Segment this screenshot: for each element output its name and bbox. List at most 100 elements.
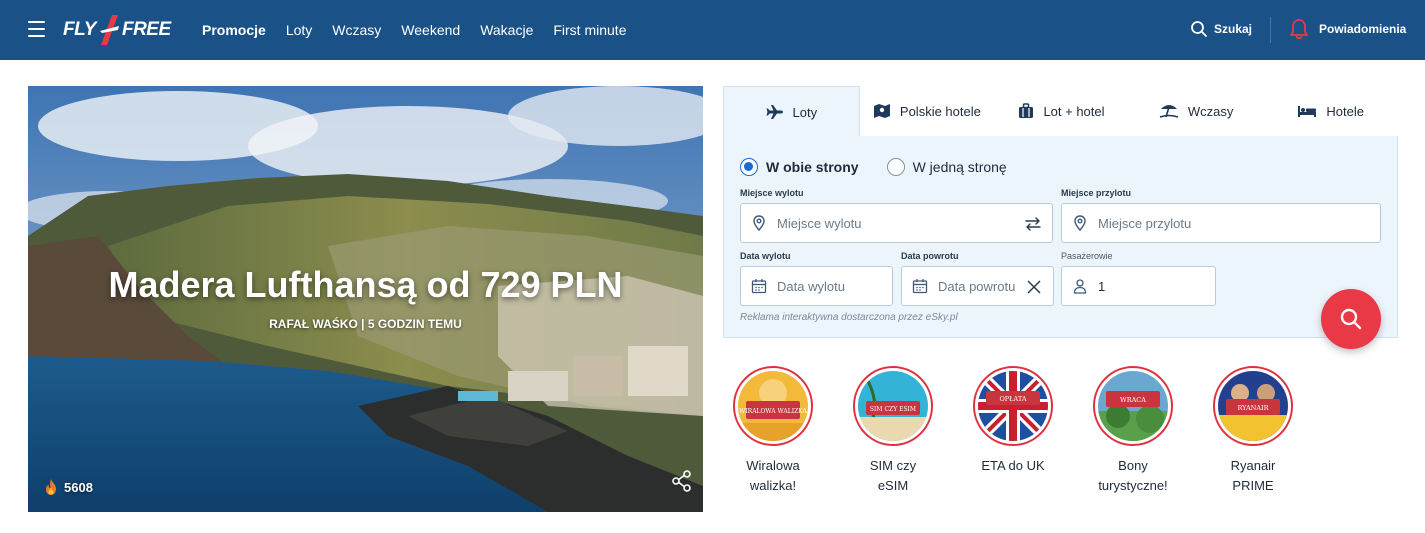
- logo-text-left: FLY: [63, 19, 96, 40]
- search-icon: [1340, 308, 1362, 330]
- story-thumbnail[interactable]: RYANAIR: [1213, 366, 1293, 446]
- story-label[interactable]: Bony turystyczne!: [1093, 456, 1173, 496]
- story-badge-text: WIRALOWA WALIZKA: [739, 408, 807, 415]
- bell-icon: [1290, 19, 1308, 40]
- story-item[interactable]: RYANAIR Ryanair PRIME: [1213, 366, 1293, 496]
- tab-label: Wczasy: [1187, 103, 1234, 119]
- story-image: OPŁATA: [978, 371, 1048, 441]
- depart-label: Data wylotu: [740, 251, 791, 261]
- story-label[interactable]: SIM czy eSIM: [853, 456, 933, 496]
- search-label: Szukaj: [1214, 22, 1253, 36]
- hero-title[interactable]: Madera Lufthansą od 729 PLN: [28, 264, 703, 306]
- tab-label: Hotele: [1326, 103, 1364, 119]
- flight-search-widget: Loty Polskie hotele Lot + hotel Wczasy H…: [723, 86, 1398, 338]
- tab-loty[interactable]: Loty: [723, 86, 860, 137]
- hero-article-card[interactable]: Madera Lufthansą od 729 PLN RAFAŁ WAŚKO …: [28, 86, 703, 512]
- tab-label: Lot + hotel: [1043, 103, 1105, 119]
- story-badge-text: RYANAIR: [1237, 404, 1269, 412]
- return-date-field[interactable]: Data powrotu: [901, 266, 1054, 306]
- nav-item-wczasy[interactable]: Wczasy: [332, 22, 381, 38]
- story-thumbnail[interactable]: WIRALOWA WALIZKA: [733, 366, 813, 446]
- logo-text-right: FREE: [121, 19, 171, 40]
- story-item[interactable]: SIM CZY ESIM SIM czy eSIM: [853, 366, 933, 496]
- story-image: SIM CZY ESIM: [858, 371, 928, 441]
- notifications-label: Powiadomienia: [1319, 22, 1407, 36]
- nav-item-loty[interactable]: Loty: [286, 22, 312, 38]
- to-placeholder: Miejsce przylotu: [1098, 215, 1192, 231]
- to-field[interactable]: Miejsce przylotu: [1061, 203, 1381, 243]
- story-item[interactable]: OPŁATA ETA do UK: [973, 366, 1053, 496]
- views-count: 5608: [64, 479, 93, 495]
- top-navigation-bar: FLY FREE Promocje Loty Wczasy Weekend Wa…: [0, 0, 1425, 60]
- nav-item-promocje[interactable]: Promocje: [202, 22, 266, 38]
- story-label[interactable]: ETA do UK: [973, 456, 1053, 476]
- story-badge-text: SIM CZY ESIM: [870, 406, 916, 413]
- radio-round-trip-label[interactable]: W obie strony: [766, 159, 859, 175]
- passengers-label: Pasażerowie: [1061, 251, 1113, 261]
- radio-one-way-label[interactable]: W jedną stronę: [913, 159, 1007, 175]
- beach-icon: [1159, 105, 1179, 118]
- hero-author-time: RAFAŁ WAŚKO | 5 GODZIN TEMU: [269, 317, 462, 331]
- search-icon: [1191, 21, 1207, 37]
- radio-one-way[interactable]: [886, 158, 905, 176]
- share-icon[interactable]: [671, 470, 693, 492]
- flyfree-logo[interactable]: FLY FREE: [63, 15, 171, 45]
- tab-label: Polskie hotele: [899, 103, 981, 119]
- nav-item-weekend[interactable]: Weekend: [401, 22, 460, 38]
- tab-hotele[interactable]: Hotele: [1263, 86, 1398, 137]
- ad-disclaimer: Reklama interaktywna dostarczona przez e…: [740, 312, 958, 323]
- story-label[interactable]: Ryanair PRIME: [1213, 456, 1293, 496]
- tab-polskie-hotele[interactable]: Polskie hotele: [859, 86, 995, 137]
- story-thumbnail[interactable]: SIM CZY ESIM: [853, 366, 933, 446]
- from-field[interactable]: Miejsce wylotu: [740, 203, 1053, 243]
- trip-type-group: W obie strony W jedną stronę: [740, 158, 1007, 176]
- tab-label: Loty: [792, 104, 818, 120]
- logo-plane-icon: [99, 15, 119, 45]
- story-badge-text: OPŁATA: [999, 395, 1026, 403]
- fire-icon: [46, 479, 56, 495]
- booking-tabs: Loty Polskie hotele Lot + hotel Wczasy H…: [723, 86, 1398, 137]
- map-icon: [873, 104, 890, 118]
- search-button[interactable]: Szukaj: [1190, 20, 1252, 38]
- from-label: Miejsce wylotu: [740, 188, 804, 198]
- depart-placeholder: Data wylotu: [777, 278, 845, 294]
- location-pin-icon: [753, 215, 765, 231]
- person-icon: [1073, 279, 1087, 294]
- radio-round-trip[interactable]: [740, 158, 758, 176]
- story-thumbnail[interactable]: WRACA: [1093, 366, 1173, 446]
- nav-item-wakacje[interactable]: Wakacje: [480, 22, 533, 38]
- depart-date-field[interactable]: Data wylotu: [740, 266, 893, 306]
- story-thumbnail[interactable]: OPŁATA: [973, 366, 1053, 446]
- clear-date-icon[interactable]: [1025, 278, 1043, 296]
- return-placeholder: Data powrotu: [938, 278, 1016, 294]
- passengers-value: 1: [1098, 278, 1106, 294]
- story-image: WIRALOWA WALIZKA: [738, 371, 808, 441]
- story-image: WRACA: [1098, 371, 1168, 441]
- from-placeholder: Miejsce wylotu: [777, 215, 862, 231]
- story-badge-text: WRACA: [1120, 396, 1146, 404]
- story-item[interactable]: WIRALOWA WALIZKA Wiralowa walizka!: [733, 366, 813, 496]
- search-submit-button[interactable]: [1321, 289, 1381, 349]
- tab-wczasy[interactable]: Wczasy: [1128, 86, 1264, 137]
- tab-lot-hotel[interactable]: Lot + hotel: [994, 86, 1129, 137]
- nav-item-first-minute[interactable]: First minute: [553, 22, 626, 38]
- calendar-icon: [912, 279, 928, 294]
- suitcase-icon: [1019, 103, 1034, 118]
- notifications-button[interactable]: Powiadomienia: [1289, 18, 1406, 40]
- story-item[interactable]: WRACA Bony turystyczne!: [1093, 366, 1173, 496]
- story-label[interactable]: Wiralowa walizka!: [733, 456, 813, 496]
- plane-icon: [766, 105, 783, 119]
- swap-arrows-icon[interactable]: [1024, 215, 1042, 233]
- location-pin-icon: [1074, 215, 1086, 231]
- to-label: Miejsce przylotu: [1061, 188, 1132, 198]
- search-form: W obie strony W jedną stronę Miejsce wyl…: [723, 136, 1398, 338]
- hero-views: 5608: [43, 478, 93, 496]
- passengers-field[interactable]: 1: [1061, 266, 1216, 306]
- calendar-icon: [751, 279, 767, 294]
- return-label: Data powrotu: [901, 251, 959, 261]
- bed-icon: [1298, 106, 1317, 117]
- hamburger-menu-icon[interactable]: [28, 21, 45, 37]
- stories-row: WIRALOWA WALIZKA Wiralowa walizka! SIM C…: [733, 366, 1333, 496]
- main-nav: Promocje Loty Wczasy Weekend Wakacje Fir…: [202, 0, 646, 60]
- header-divider: [1270, 17, 1271, 43]
